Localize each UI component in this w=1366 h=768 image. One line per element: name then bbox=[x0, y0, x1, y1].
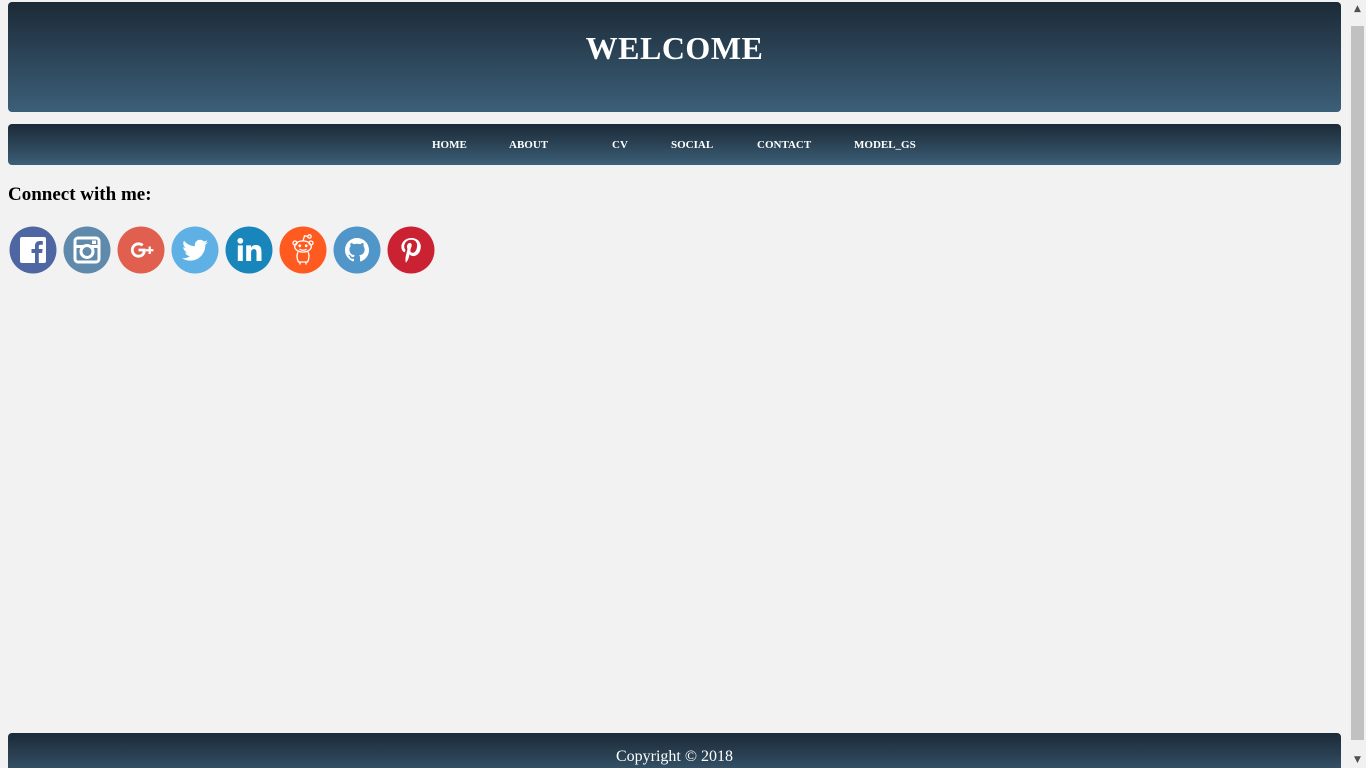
nav-item-about[interactable]: ABOUT bbox=[509, 139, 548, 151]
google-plus-icon bbox=[117, 226, 165, 274]
scroll-down-arrow-icon[interactable]: ▼ bbox=[1349, 751, 1366, 768]
twitter-icon bbox=[171, 226, 219, 274]
reddit-button[interactable] bbox=[279, 226, 327, 274]
github-button[interactable] bbox=[333, 226, 381, 274]
pinterest-icon bbox=[387, 226, 435, 274]
nav-bar: HOME ABOUT CV SOCIAL CONTACT MODEL_GS bbox=[8, 124, 1341, 165]
page-title: WELCOME bbox=[585, 30, 764, 66]
vertical-scrollbar[interactable]: ▲ ▼ bbox=[1349, 0, 1366, 768]
instagram-button[interactable] bbox=[63, 226, 111, 274]
github-icon bbox=[333, 226, 381, 274]
copyright-text: Copyright © 2018 bbox=[615, 748, 734, 765]
scroll-up-arrow-icon[interactable]: ▲ bbox=[1349, 0, 1366, 17]
scroll-thumb[interactable] bbox=[1351, 26, 1364, 740]
nav-item-home[interactable]: HOME bbox=[432, 139, 467, 151]
connect-heading: Connect with me: bbox=[8, 184, 152, 205]
twitter-button[interactable] bbox=[171, 226, 219, 274]
nav-item-contact[interactable]: CONTACT bbox=[757, 139, 811, 151]
footer: Copyright © 2018 bbox=[8, 733, 1341, 768]
nav-item-social[interactable]: SOCIAL bbox=[671, 139, 713, 151]
linkedin-icon bbox=[225, 226, 273, 274]
nav-item-cv[interactable]: CV bbox=[612, 139, 628, 151]
google-plus-button[interactable] bbox=[117, 226, 165, 274]
page: WELCOME HOME ABOUT CV SOCIAL CONTACT MOD… bbox=[0, 0, 1366, 768]
facebook-icon bbox=[9, 226, 57, 274]
linkedin-button[interactable] bbox=[225, 226, 273, 274]
header-banner: WELCOME bbox=[8, 2, 1341, 112]
pinterest-button[interactable] bbox=[387, 226, 435, 274]
nav-item-model-gs[interactable]: MODEL_GS bbox=[854, 139, 916, 151]
instagram-icon bbox=[63, 226, 111, 274]
reddit-icon bbox=[279, 226, 327, 274]
facebook-button[interactable] bbox=[9, 226, 57, 274]
